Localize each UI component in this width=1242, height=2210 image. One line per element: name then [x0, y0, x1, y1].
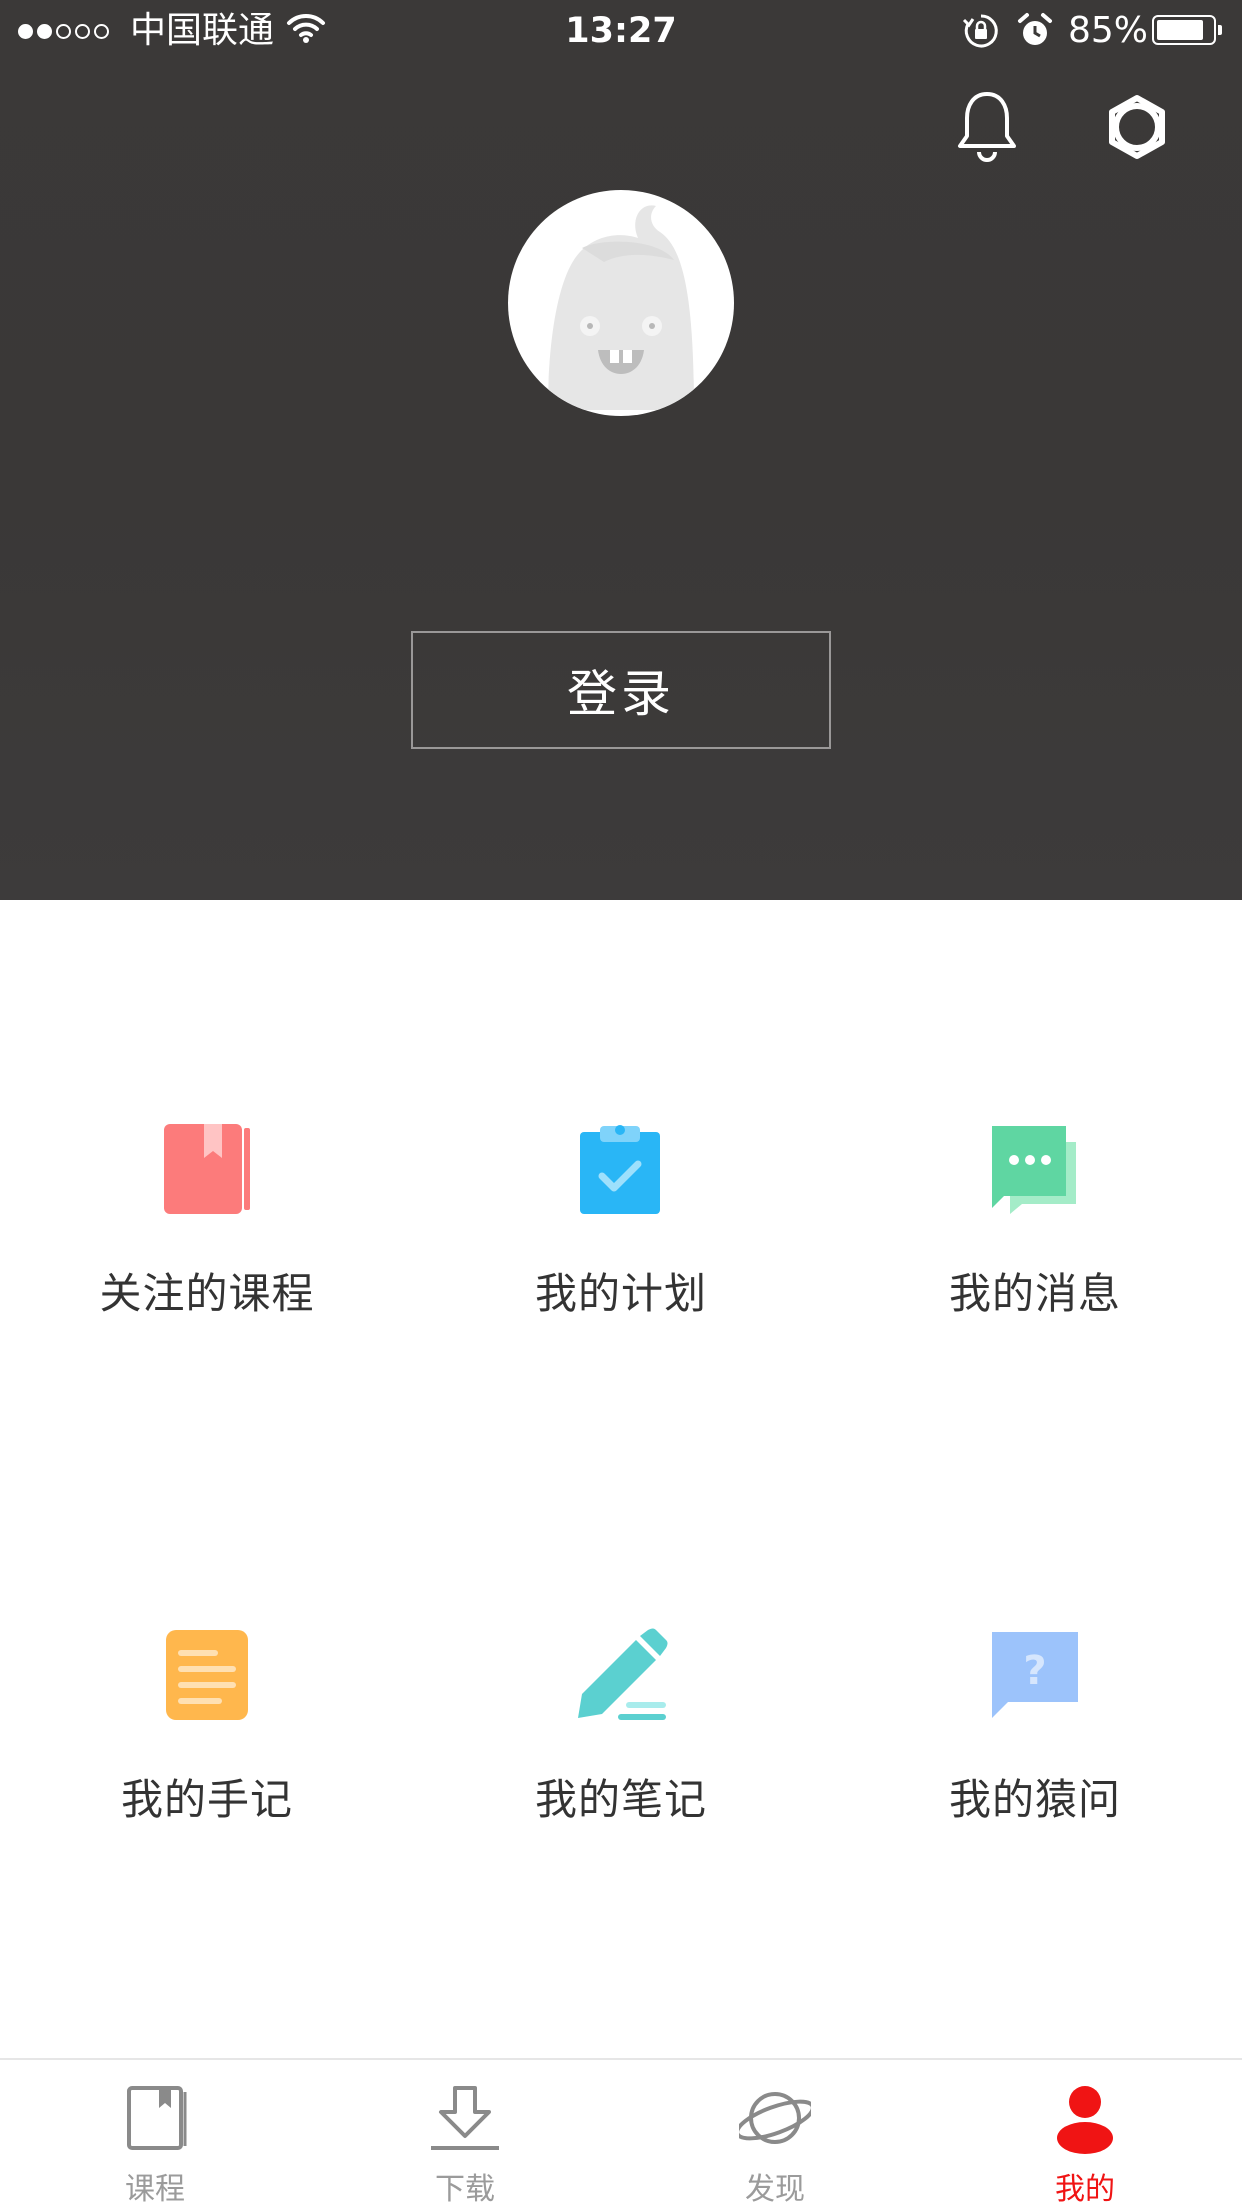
menu-item-label: 我的笔记	[534, 1775, 707, 1824]
book-icon	[127, 2086, 187, 2150]
tab-discover[interactable]: 发现	[620, 2060, 930, 2210]
bookmark-book-icon	[164, 1124, 250, 1214]
menu-item-label: 我的消息	[948, 1269, 1121, 1318]
default-avatar-icon	[548, 205, 694, 410]
download-icon	[431, 2086, 499, 2150]
tab-me[interactable]: 我的	[930, 2060, 1240, 2210]
settings-button[interactable]	[1104, 94, 1170, 160]
pencil-icon	[578, 1628, 668, 1720]
rotation-lock-icon	[962, 14, 998, 48]
my-notes-item[interactable]: 我的笔记	[414, 1628, 828, 1928]
my-questions-item[interactable]: ? 我的猿问	[828, 1628, 1242, 1928]
my-plan-item[interactable]: 我的计划	[414, 1122, 828, 1422]
clipboard-check-icon	[580, 1125, 660, 1214]
clock: 13:27	[565, 11, 677, 51]
gear-icon	[1109, 95, 1165, 159]
battery-percent: 85%	[1068, 10, 1149, 51]
tab-label: 发现	[745, 2172, 805, 2207]
tab-bar: 课程 下载 发现 我的	[0, 2058, 1242, 2210]
tab-label: 我的	[1055, 2172, 1115, 2207]
tab-label: 下载	[435, 2172, 495, 2207]
tab-courses[interactable]: 课程	[0, 2060, 310, 2210]
user-icon	[1057, 2086, 1113, 2154]
chat-bubbles-icon	[992, 1126, 1076, 1214]
menu-item-label: 我的手记	[120, 1775, 293, 1824]
tab-label: 课程	[125, 2172, 185, 2207]
menu-item-label: 我的计划	[534, 1269, 707, 1318]
menu-item-label: 关注的课程	[99, 1269, 315, 1318]
tab-download[interactable]: 下载	[310, 2060, 620, 2210]
avatar[interactable]	[508, 190, 734, 416]
planet-icon	[739, 2092, 811, 2144]
login-button[interactable]: 登录	[411, 631, 831, 749]
battery-icon	[1152, 15, 1222, 45]
notepad-icon	[166, 1630, 248, 1720]
notification-button[interactable]	[955, 90, 1019, 164]
alarm-icon	[1018, 13, 1052, 45]
my-messages-item[interactable]: 我的消息	[828, 1122, 1242, 1422]
followed-courses-item[interactable]: 关注的课程	[0, 1122, 414, 1422]
bell-icon	[958, 92, 1016, 162]
my-articles-item[interactable]: 我的手记	[0, 1628, 414, 1928]
profile-header: 中国联通 13:27 85% 登录	[0, 0, 1242, 900]
svg-text:?: ?	[1023, 1648, 1046, 1694]
menu-item-label: 我的猿问	[948, 1775, 1121, 1824]
status-bar: 中国联通 13:27 85%	[0, 0, 1242, 62]
question-bubble-icon: ?	[992, 1632, 1078, 1718]
